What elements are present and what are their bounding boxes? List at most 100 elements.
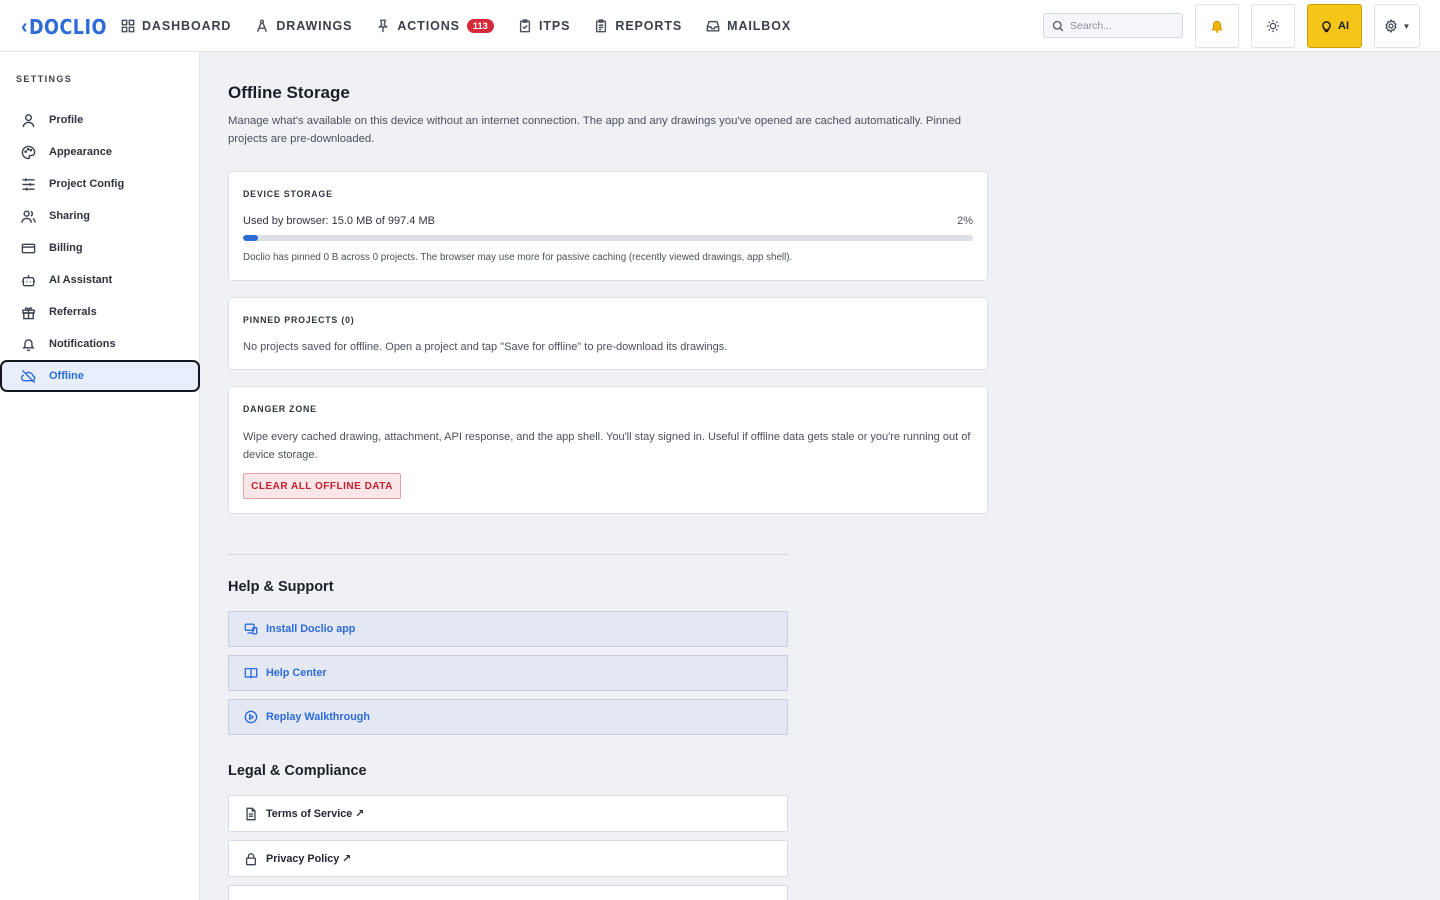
- nav-mailbox-label: MAILBOX: [727, 19, 792, 33]
- logo-text: DOCLIO: [28, 15, 107, 39]
- sidebar-item-label: Offline: [49, 370, 84, 382]
- lightbulb-icon: [1322, 20, 1331, 32]
- sidebar-item-billing[interactable]: Billing: [0, 232, 200, 264]
- replay-walkthrough-label: Replay Walkthrough: [266, 711, 370, 723]
- top-bar: ‹ DOCLIO DASHBOARD DRAWINGS ACTIONS 113 …: [0, 0, 1440, 52]
- search-input[interactable]: [1070, 19, 1170, 32]
- sidebar-item-appearance[interactable]: Appearance: [0, 136, 200, 168]
- credit-card-icon: [21, 243, 36, 253]
- pinned-projects-card: PINNED PROJECTS (0) No projects saved fo…: [228, 297, 988, 370]
- search-icon: [1052, 20, 1064, 31]
- bell-icon: [22, 338, 35, 351]
- sidebar-item-referrals[interactable]: Referrals: [0, 296, 200, 328]
- nav-mailbox[interactable]: MAILBOX: [706, 0, 791, 52]
- pinned-projects-text: No projects saved for offline. Open a pr…: [243, 341, 728, 353]
- sidebar-item-notifications[interactable]: Notifications: [0, 328, 200, 360]
- help-support-title: Help & Support: [228, 579, 334, 595]
- nav-actions[interactable]: ACTIONS 113: [376, 0, 494, 52]
- pinned-projects-title: PINNED PROJECTS (0): [243, 315, 355, 325]
- danger-zone-title: DANGER ZONE: [243, 404, 317, 414]
- sidebar-item-label: Sharing: [49, 210, 90, 222]
- sidebar-item-sharing[interactable]: Sharing: [0, 200, 200, 232]
- nav-actions-label: ACTIONS: [397, 19, 460, 33]
- sidebar-item-label: Billing: [49, 242, 83, 254]
- pin-icon: [378, 19, 389, 33]
- storage-progress-bar: [243, 235, 973, 241]
- privacy-policy-label: Privacy Policy ↗: [266, 853, 352, 865]
- section-divider: [228, 554, 788, 555]
- nav-dashboard[interactable]: DASHBOARD: [121, 0, 231, 52]
- danger-zone-card: DANGER ZONE Wipe every cached drawing, a…: [228, 386, 988, 514]
- theme-toggle-button[interactable]: [1251, 4, 1295, 48]
- ai-button[interactable]: AI: [1307, 4, 1362, 48]
- install-app-link[interactable]: Install Doclio app: [228, 611, 788, 647]
- legal-link-partial[interactable]: [228, 885, 788, 900]
- sidebar-heading: SETTINGS: [16, 74, 73, 84]
- document-icon: [246, 807, 256, 820]
- page-title: Offline Storage: [228, 83, 350, 102]
- terms-of-service-label: Terms of Service ↗: [266, 808, 365, 820]
- device-storage-title: DEVICE STORAGE: [243, 189, 333, 199]
- main-nav: DASHBOARD DRAWINGS ACTIONS 113 ITPS REPO…: [121, 0, 815, 52]
- clear-offline-data-button[interactable]: CLEAR ALL OFFLINE DATA: [243, 473, 401, 499]
- device-storage-card: DEVICE STORAGE Used by browser: 15.0 MB …: [228, 171, 988, 281]
- danger-zone-text: Wipe every cached drawing, attachment, A…: [243, 431, 971, 461]
- terms-of-service-link[interactable]: Terms of Service ↗: [228, 795, 788, 832]
- sidebar-item-label: Project Config: [49, 178, 125, 190]
- privacy-policy-link[interactable]: Privacy Policy ↗: [228, 840, 788, 877]
- sliders-icon: [22, 177, 35, 191]
- legal-compliance-title: Legal & Compliance: [228, 763, 367, 779]
- sidebar-item-offline[interactable]: Offline: [0, 360, 200, 392]
- chevron-down-icon: ▼: [1402, 21, 1411, 31]
- logo-chevron-icon: ‹: [21, 16, 28, 38]
- play-circle-icon: [244, 710, 258, 724]
- sidebar-item-label: Referrals: [49, 306, 97, 318]
- nav-drawings-label: DRAWINGS: [276, 19, 353, 33]
- gear-icon: [1384, 19, 1397, 33]
- help-center-label: Help Center: [266, 667, 327, 679]
- sidebar-item-label: Appearance: [49, 146, 112, 158]
- sidebar-item-label: Profile: [49, 114, 84, 126]
- sidebar-item-label: Notifications: [49, 338, 116, 350]
- storage-percent: 2%: [957, 215, 973, 227]
- help-center-link[interactable]: Help Center: [228, 655, 788, 691]
- actions-count-badge: 113: [466, 19, 494, 33]
- user-icon: [22, 113, 35, 127]
- doclio-logo[interactable]: ‹ DOCLIO: [21, 12, 117, 42]
- lock-icon: [245, 852, 257, 865]
- sidebar-list: Profile Appearance Project Config Sharin…: [0, 104, 200, 392]
- sidebar-item-ai-assistant[interactable]: AI Assistant: [0, 264, 200, 296]
- clipboard-check-icon: [519, 19, 531, 33]
- replay-walkthrough-link[interactable]: Replay Walkthrough: [228, 699, 788, 735]
- storage-progress-fill: [243, 235, 258, 241]
- bell-icon: [1211, 20, 1223, 33]
- dashboard-icon: [121, 19, 135, 33]
- notifications-button[interactable]: [1195, 4, 1239, 48]
- sidebar-item-project-config[interactable]: Project Config: [0, 168, 200, 200]
- settings-sidebar: SETTINGS Profile Appearance Project Conf…: [0, 52, 200, 900]
- bot-icon: [21, 274, 36, 286]
- sidebar-item-label: AI Assistant: [49, 274, 113, 286]
- cloud-off-icon: [21, 369, 36, 383]
- search-box[interactable]: [1043, 13, 1183, 38]
- nav-dashboard-label: DASHBOARD: [142, 19, 232, 33]
- nav-reports[interactable]: REPORTS: [594, 0, 682, 52]
- users-icon: [21, 210, 36, 223]
- sidebar-item-profile[interactable]: Profile: [0, 104, 200, 136]
- palette-icon: [21, 145, 36, 159]
- nav-itps[interactable]: ITPS: [518, 0, 570, 52]
- install-app-label: Install Doclio app: [266, 623, 356, 635]
- gift-icon: [22, 306, 35, 319]
- book-icon: [244, 667, 258, 679]
- settings-menu-button[interactable]: ▼: [1374, 4, 1420, 48]
- page-description: Manage what's available on this device w…: [228, 115, 962, 145]
- ai-button-label: AI: [1338, 20, 1349, 32]
- report-icon: [596, 19, 607, 33]
- inbox-icon: [706, 20, 720, 32]
- devices-icon: [244, 623, 258, 635]
- nav-itps-label: ITPS: [539, 19, 571, 33]
- nav-drawings[interactable]: DRAWINGS: [255, 0, 352, 52]
- storage-note: Doclio has pinned 0 B across 0 projects.…: [243, 252, 793, 263]
- storage-used-text: Used by browser: 15.0 MB of 997.4 MB: [243, 215, 435, 227]
- sun-icon: [1266, 19, 1280, 33]
